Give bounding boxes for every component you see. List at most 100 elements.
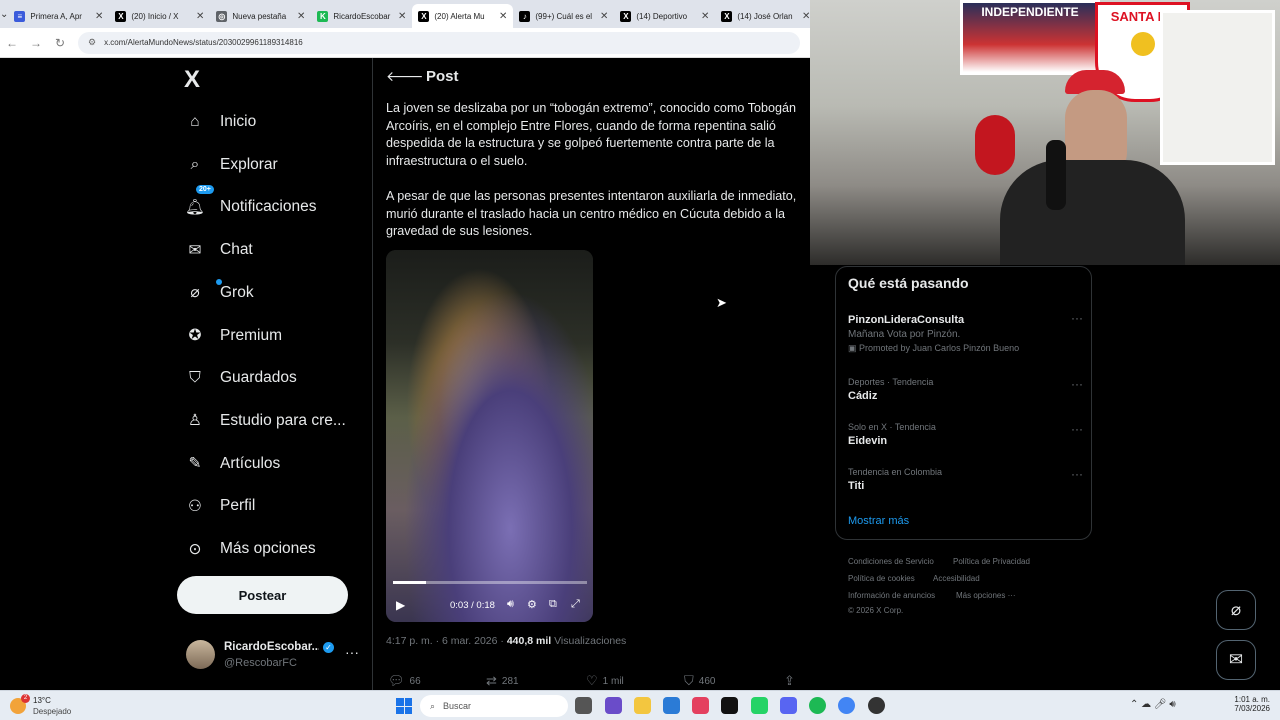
reload-icon[interactable]: ↻ [48,36,72,50]
more-icon[interactable]: ··· [1071,377,1083,391]
close-icon[interactable]: ✕ [196,11,204,22]
trend-title: Eidevin [848,435,888,447]
fullscreen-icon[interactable]: ⤢ [571,598,580,611]
footer-link[interactable]: Accesibilidad [933,574,980,583]
close-icon[interactable]: ✕ [499,11,507,22]
chrome-icon[interactable] [838,697,855,714]
share-button[interactable]: ⇪ [784,673,800,689]
spotify-icon[interactable] [809,697,826,714]
tab-search-button[interactable]: ⌄ [0,0,8,28]
browser-tab[interactable]: X (20) Inicio / X ✕ [109,4,210,28]
nav-item-search[interactable]: ⌕ Explorar [184,147,278,183]
video-player[interactable]: ▶ 0:03 / 0:18 🔊︎ ⚙ ⧉ ⤢ [386,250,593,622]
browser-tab[interactable]: K RicardoEscobar ✕ [311,4,412,28]
tiktok-icon[interactable] [721,697,738,714]
grok-fab-icon[interactable]: ⌀ [1216,590,1256,630]
app-icon[interactable] [868,697,885,714]
nav-item-bookmark[interactable]: ⛉ Guardados [184,360,297,396]
footer-link[interactable]: Información de anuncios [848,591,935,600]
close-icon[interactable]: ✕ [600,11,608,22]
home-icon: ⌂ [190,113,200,130]
nav-item-mail[interactable]: ✉ Chat [184,232,253,268]
nav-item-more[interactable]: ⊙ Más opciones [184,531,316,567]
play-icon[interactable]: ▶ [396,598,405,612]
repost-button[interactable]: ⇄ 281 [486,673,519,689]
nav-item-articles[interactable]: ✎ Artículos [184,446,281,482]
more-icon[interactable]: ··· [345,644,359,660]
tab-title: (20) Alerta Mu [434,11,485,21]
nav-item-grok[interactable]: ⌀ Grok [184,275,254,311]
messages-fab-icon[interactable]: ✉ [1216,640,1256,680]
copilot-icon[interactable] [605,697,622,714]
post-button[interactable]: Postear [177,576,348,614]
browser-tab[interactable]: ♪ (99+) Cuál es el ✕ [513,4,614,28]
clock[interactable]: 1:01 a. m. 7/03/2026 [1228,695,1270,713]
new-dot [216,278,222,285]
video-time: 0:03 / 0:18 [450,600,495,611]
browser-tab[interactable]: X (14) Deportivo ✕ [614,4,715,28]
nav-item-person[interactable]: ⚇ Perfil [184,488,255,524]
footer-link[interactable]: Política de Privacidad [953,557,1030,566]
footer-link[interactable]: Más opciones ··· [956,591,1016,600]
close-icon[interactable]: ✕ [297,11,305,22]
taskbar-search[interactable]: ⌕ Buscar [420,695,568,717]
close-icon[interactable]: ✕ [95,11,103,22]
nav-item-home[interactable]: ⌂ Inicio [184,104,256,140]
mouse-cursor-icon: ➤ [716,295,727,310]
nav-item-studio[interactable]: ♙ Estudio para cre... [184,403,346,439]
browser-tab[interactable]: X (14) José Orlan ✕ [715,4,816,28]
back-icon[interactable]: ← [0,36,24,50]
footer-link[interactable]: Condiciones de Servicio [848,557,934,566]
bookmark-button[interactable]: ⛉ 460 [684,673,715,689]
tray-icons[interactable]: ⌃ ☁ 🎤︎ 🔊︎ [1130,699,1176,710]
favicon-icon: ◎ [216,10,228,22]
webcam-overlay: INDEPENDIENTE SANTA FE [810,0,1280,265]
discord-icon[interactable] [780,697,797,714]
close-icon[interactable]: ✕ [398,11,406,22]
post-timestamp[interactable]: 4:17 p. m. · 6 mar. 2026 · [386,635,507,647]
trend-item[interactable]: Deportes · Tendencia Cádiz ··· [848,377,1083,402]
more-icon[interactable]: ··· [1071,422,1083,436]
promoted-label: ▣ Promoted by Juan Carlos Pinzón Bueno [848,343,1083,354]
browser-tab[interactable]: ◎ Nueva pestaña ✕ [210,4,311,28]
back-arrow-icon[interactable]: 🡐 [386,68,424,85]
nav-item-premium[interactable]: ✪ Premium [184,318,283,354]
more-icon[interactable]: ··· [1071,311,1083,325]
clock-time: 1:01 a. m. [1234,695,1270,704]
volume-icon[interactable]: 🔊︎ [507,598,514,611]
address-bar[interactable]: ⚙ x.com/AlertaMundoNews/status/203002996… [78,31,800,54]
browser-tab[interactable]: X (20) Alerta Mu ✕ [412,4,514,28]
nav-item-bell[interactable]: 🔔︎ Notificaciones 20+ [184,185,317,225]
tab-title: RicardoEscobar [333,11,391,21]
video-frame [386,250,593,622]
whatsapp-icon[interactable] [751,697,768,714]
forward-icon[interactable]: → [24,36,48,50]
account-switcher[interactable]: RicardoEscobar... ✓ @RescobarFC ··· [186,638,366,674]
like-button[interactable]: ♡ 1 mil [586,673,624,689]
weather-widget[interactable]: 2 13°C Despejado [10,694,100,718]
favicon-icon: X [620,10,632,22]
browser-tab[interactable]: ≡ Primera A, Apr ✕ [8,4,109,28]
trending-title: Qué está pasando [848,275,969,291]
trend-item[interactable]: Tendencia en Colombia Titi ··· [848,467,1083,492]
pip-icon[interactable]: ⧉ [549,598,557,611]
video-progress-bar[interactable] [393,581,587,584]
show-more-link[interactable]: Mostrar más [848,515,909,527]
task-view-icon[interactable] [575,697,592,714]
search-icon: ⌕ [190,155,200,173]
site-info-icon[interactable]: ⚙ [88,37,96,48]
x-logo-icon[interactable]: X [184,66,200,94]
reply-button[interactable]: 💬︎ 66 [388,673,421,689]
settings-icon[interactable]: ⚙ [527,598,537,611]
instagram-icon[interactable] [692,697,709,714]
store-icon[interactable] [663,697,680,714]
footer-link[interactable]: Política de cookies [848,574,915,583]
more-icon[interactable]: ··· [1071,467,1083,481]
close-icon[interactable]: ✕ [701,11,709,22]
nav-label: Más opciones [220,540,316,557]
post-meta: 4:17 p. m. · 6 mar. 2026 · 440,8 mil Vis… [386,635,626,647]
trend-item[interactable]: Solo en X · Tendencia Eidevin ··· [848,422,1083,447]
file-explorer-icon[interactable] [634,697,651,714]
trend-item[interactable]: PinzonLideraConsulta Mañana Vota por Pin… [848,311,1083,354]
windows-start-icon[interactable] [396,698,412,714]
